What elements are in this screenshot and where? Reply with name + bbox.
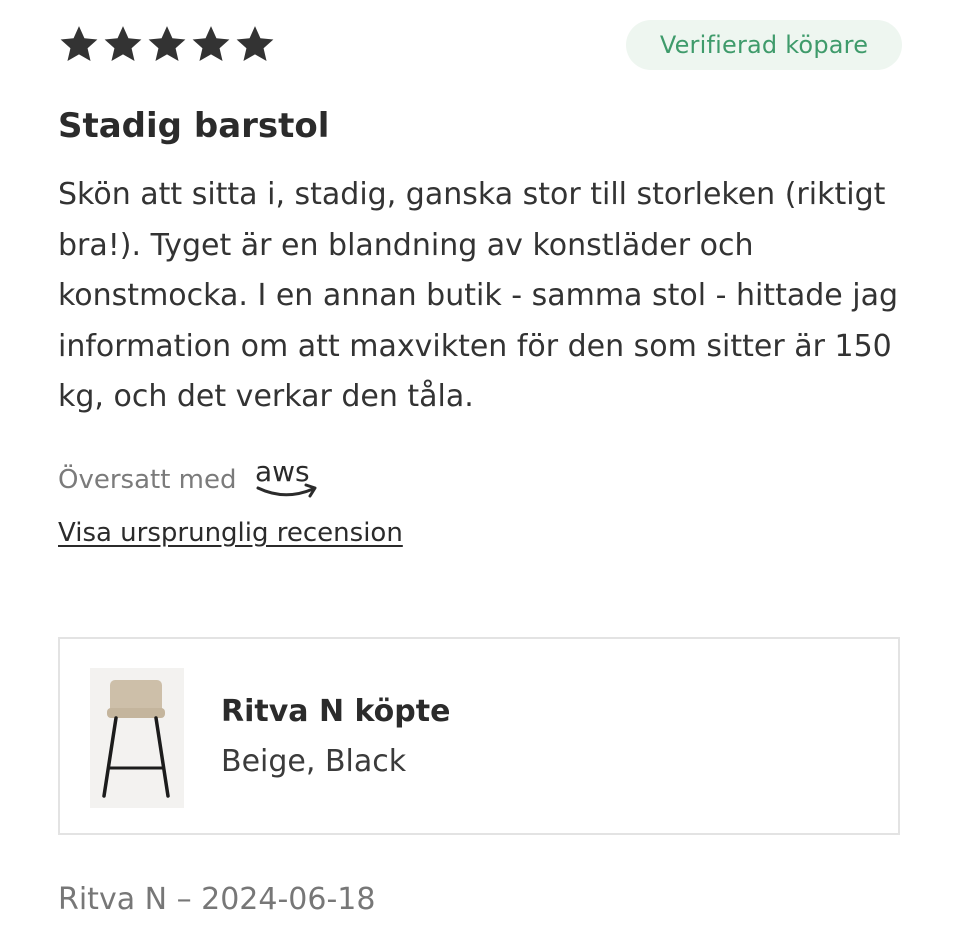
aws-logo-text: aws [255,455,310,488]
translation-notice: Översatt med aws [58,455,321,505]
star-icon [146,23,188,65]
product-variant: Beige, Black [221,744,407,779]
product-name: Ritva N köpte [221,694,451,729]
star-icon [190,23,232,65]
star-icon [234,23,276,65]
purchased-product-card: Ritva N köpte Beige, Black [58,637,900,835]
verified-buyer-badge: Verifierad köpare [626,20,902,70]
bar-stool-image [90,668,184,808]
review-title: Stadig barstol [58,106,330,146]
review-author-date: Ritva N – 2024-06-18 [58,882,376,917]
star-rating [58,22,276,66]
review-card: Verifierad köpare Stadig barstol Skön at… [0,0,960,933]
review-body: Skön att sitta i, stadig, ganska stor ti… [58,177,899,414]
star-icon [102,23,144,65]
star-icon [58,23,100,65]
show-original-review-link[interactable]: Visa ursprunglig recension [58,518,403,548]
aws-logo-icon: aws [255,455,321,505]
translated-label: Översatt med [58,465,237,495]
